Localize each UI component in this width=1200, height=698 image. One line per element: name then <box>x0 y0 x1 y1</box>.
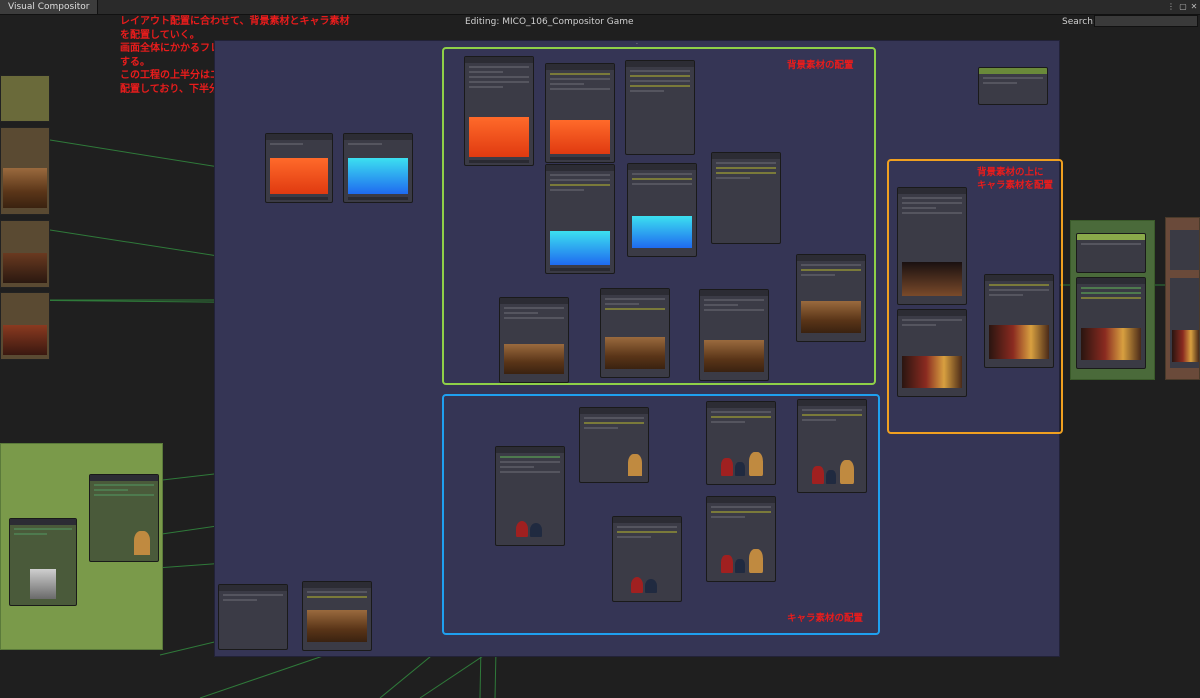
node[interactable] <box>978 67 1048 105</box>
close-icon[interactable]: ✕ <box>1189 1 1199 12</box>
node[interactable] <box>796 254 866 342</box>
node[interactable] <box>897 187 967 305</box>
node[interactable] <box>265 133 333 203</box>
frame-character-label: キャラ素材の配置 <box>787 613 864 624</box>
node[interactable] <box>706 496 776 582</box>
search-input[interactable] <box>1094 15 1198 27</box>
maximize-icon[interactable]: ▢ <box>1178 1 1188 12</box>
search-label: Search: <box>1062 17 1096 27</box>
side-node-2[interactable] <box>0 220 50 288</box>
frame-overlay-label: 背景素材の上に キャラ素材を配置 <box>977 167 1054 191</box>
node[interactable] <box>1076 277 1146 369</box>
editing-title: Editing: MICO_106_Compositor Game <box>465 17 634 27</box>
green-group[interactable] <box>0 443 163 650</box>
node[interactable] <box>711 152 781 244</box>
node[interactable] <box>706 401 776 485</box>
side-node-top[interactable] <box>0 75 50 122</box>
graph-canvas[interactable]: Editing: MICO_106_Compositor Game Search… <box>0 15 1200 698</box>
right-brown-group[interactable] <box>1165 217 1200 380</box>
node[interactable] <box>343 133 413 203</box>
menu-icon[interactable]: ⋮ <box>1166 1 1176 12</box>
node[interactable] <box>625 60 695 155</box>
tab-bar: Visual Compositor ⋮ ▢ ✕ <box>0 0 1200 15</box>
node[interactable] <box>302 581 372 651</box>
node[interactable] <box>1076 233 1146 273</box>
node[interactable] <box>699 289 769 381</box>
side-node-1[interactable] <box>0 127 50 215</box>
node[interactable] <box>545 164 615 274</box>
node[interactable] <box>797 399 867 493</box>
node[interactable] <box>984 274 1054 368</box>
node[interactable] <box>218 584 288 650</box>
node[interactable] <box>600 288 670 378</box>
node[interactable] <box>897 309 967 397</box>
node[interactable] <box>627 163 697 257</box>
node[interactable] <box>499 297 569 383</box>
node[interactable] <box>612 516 682 602</box>
frame-background-label: 背景素材の配置 <box>787 60 854 71</box>
node[interactable] <box>464 56 534 166</box>
side-node-3[interactable] <box>0 292 50 360</box>
node[interactable] <box>545 63 615 163</box>
node[interactable] <box>495 446 565 546</box>
tab-visual-compositor[interactable]: Visual Compositor <box>0 0 99 14</box>
node[interactable] <box>9 518 77 606</box>
right-green-group[interactable] <box>1070 220 1155 380</box>
node[interactable] <box>89 474 159 562</box>
node[interactable] <box>579 407 649 483</box>
